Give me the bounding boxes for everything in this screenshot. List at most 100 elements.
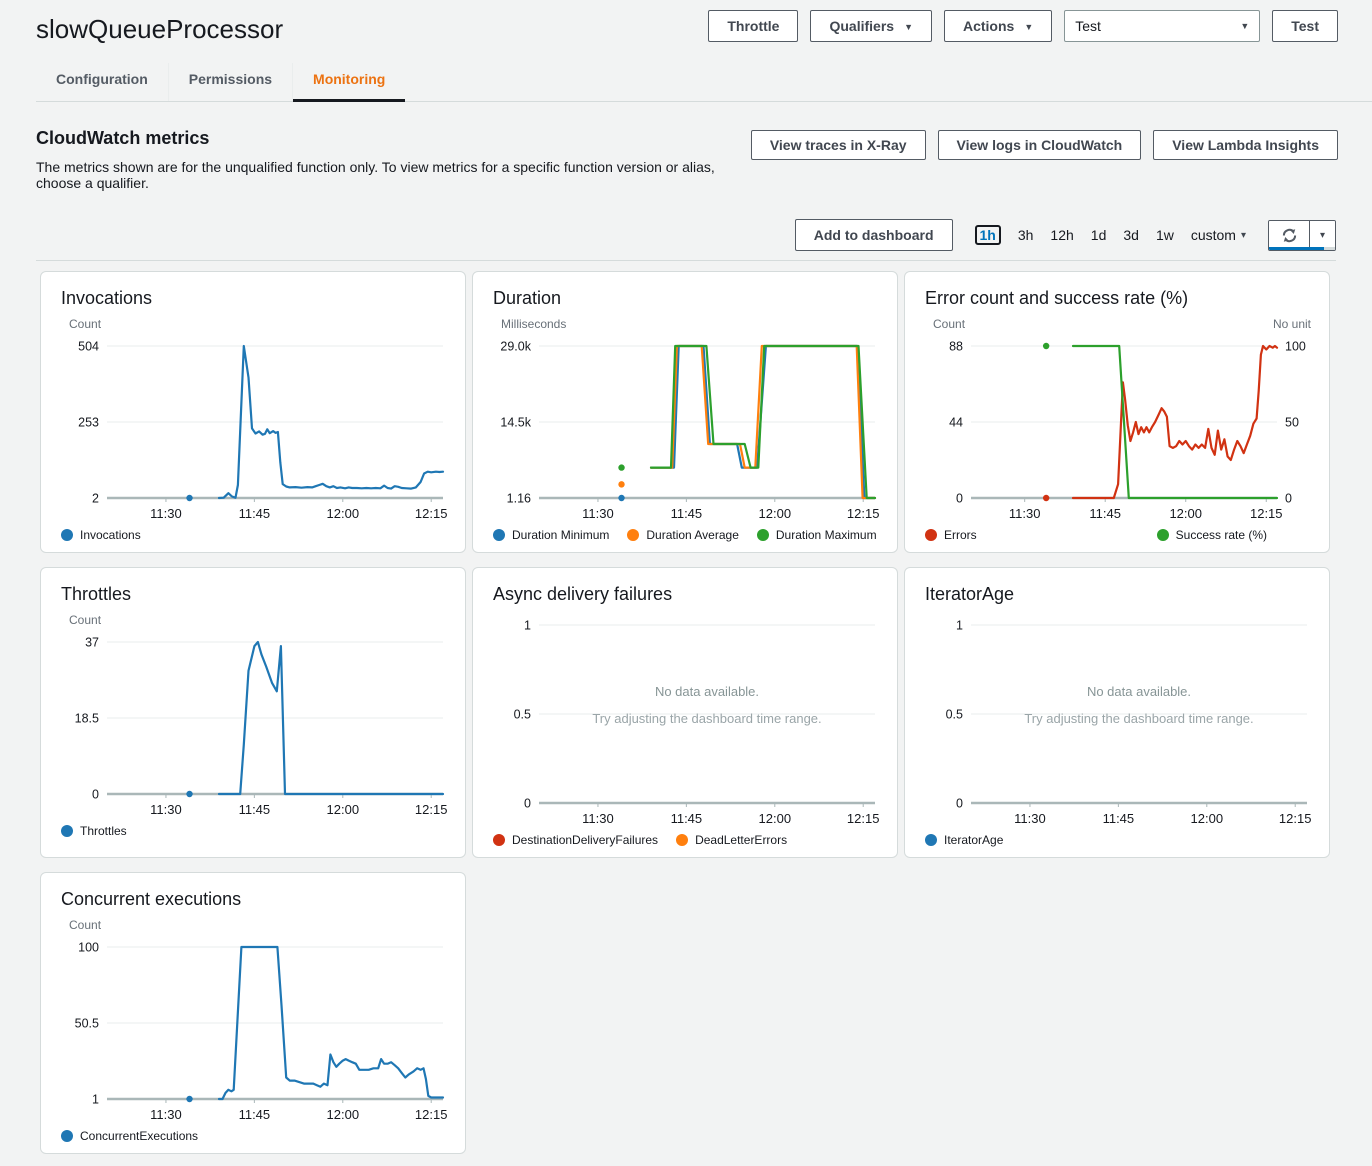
no-data-message: No data available. [1087, 684, 1191, 699]
legend-item[interactable]: IteratorAge [925, 833, 1003, 847]
svg-text:11:45: 11:45 [671, 811, 703, 826]
svg-text:14.5k: 14.5k [500, 416, 531, 430]
axis-units-row: Count [69, 918, 447, 934]
view-lambda-insights-button[interactable]: View Lambda Insights [1153, 130, 1338, 160]
svg-text:1.16: 1.16 [507, 492, 531, 506]
svg-text:12:00: 12:00 [327, 1107, 360, 1122]
svg-text:11:30: 11:30 [1009, 506, 1041, 521]
legend-color-dot [61, 529, 73, 541]
test-event-select[interactable]: Test▼ [1064, 10, 1260, 42]
svg-text:0.5: 0.5 [514, 708, 531, 722]
svg-text:11:45: 11:45 [239, 802, 271, 817]
no-data-message: No data available. [655, 684, 759, 699]
legend-item[interactable]: Duration Minimum [493, 528, 609, 542]
svg-text:11:45: 11:45 [671, 506, 703, 521]
svg-text:1: 1 [956, 619, 963, 633]
qualifiers-button[interactable]: Qualifiers▼ [810, 10, 932, 42]
range-1w[interactable]: 1w [1156, 227, 1174, 243]
refresh-button[interactable] [1269, 221, 1309, 250]
range-1h[interactable]: 1h [975, 225, 1001, 245]
range-12h[interactable]: 12h [1050, 227, 1073, 243]
svg-text:12:15: 12:15 [847, 811, 880, 826]
chart-title: Concurrent executions [61, 889, 449, 910]
svg-text:12:15: 12:15 [415, 506, 448, 521]
chart-legend: Invocations [57, 526, 449, 548]
chart-plot[interactable]: 10.5011:3011:4512:0012:15No data availab… [489, 613, 881, 831]
chart-plot[interactable]: 10050.5111:3011:4512:0012:15 [57, 935, 449, 1127]
legend-color-dot [925, 529, 937, 541]
legend-label: Invocations [80, 528, 141, 542]
svg-text:29.0k: 29.0k [500, 340, 531, 354]
chart-legend: IteratorAge [921, 831, 1313, 853]
chart-plot[interactable]: 10.5011:3011:4512:0012:15No data availab… [921, 613, 1313, 831]
chart-plot[interactable]: 504253211:3011:4512:0012:15 [57, 334, 449, 526]
chart-title: Invocations [61, 288, 449, 309]
y-axis-unit-left: Count [933, 317, 965, 333]
svg-text:504: 504 [78, 340, 99, 354]
chart-plot[interactable]: 29.0k14.5k1.1611:3011:4512:0012:15 [489, 334, 881, 526]
svg-text:0: 0 [1285, 492, 1292, 506]
tab-configuration[interactable]: Configuration [36, 63, 168, 101]
chart-title: Duration [493, 288, 881, 309]
chart-plot[interactable]: 3718.5011:3011:4512:0012:15 [57, 630, 449, 822]
range-1d[interactable]: 1d [1091, 227, 1107, 243]
legend-item[interactable]: Errors [925, 528, 977, 542]
chart-legend: Throttles [57, 822, 449, 844]
refresh-button-group: ▾ [1268, 220, 1336, 251]
view-traces-in-x-ray-button[interactable]: View traces in X-Ray [751, 130, 926, 160]
legend-item[interactable]: Duration Maximum [757, 528, 877, 542]
time-range-options: 1h 3h 12h 1d 3d 1w [975, 227, 1174, 243]
refresh-dropdown-button[interactable]: ▾ [1309, 221, 1335, 250]
legend-color-dot [757, 529, 769, 541]
chart-card-throttles: ThrottlesCount3718.5011:3011:4512:0012:1… [40, 567, 466, 858]
chart-plot[interactable]: 8844010050011:3011:4512:0012:15 [921, 334, 1313, 526]
range-custom[interactable]: custom▾ [1191, 227, 1246, 243]
view-logs-in-cloudwatch-button[interactable]: View logs in CloudWatch [938, 130, 1142, 160]
no-data-hint: Try adjusting the dashboard time range. [592, 711, 821, 726]
svg-text:11:30: 11:30 [150, 506, 182, 521]
legend-item[interactable]: Success rate (%) [1157, 528, 1267, 542]
chart-card-async-delivery-failures: Async delivery failures10.5011:3011:4512… [472, 567, 898, 858]
svg-text:12:15: 12:15 [1250, 506, 1283, 521]
y-axis-unit-left: Count [69, 613, 101, 629]
tab-bar: ConfigurationPermissionsMonitoring [36, 63, 1372, 102]
legend-item[interactable]: ConcurrentExecutions [61, 1129, 198, 1143]
chart-legend: Errors Success rate (%) [921, 526, 1313, 548]
svg-text:11:30: 11:30 [150, 802, 182, 817]
page-header: slowQueueProcessor Throttle Qualifiers▼ … [0, 0, 1372, 45]
svg-text:0: 0 [524, 797, 531, 811]
metrics-buttons: View traces in X-Ray View logs in CloudWa… [751, 130, 1338, 160]
svg-text:1: 1 [524, 619, 531, 633]
legend-color-dot [1157, 529, 1169, 541]
controls-wrap: Add to dashboard 1h 3h 12h 1d 3d 1w custom▾ ▾ [36, 219, 1336, 261]
chart-title: Error count and success rate (%) [925, 288, 1313, 309]
legend-item[interactable]: Duration Average [627, 528, 739, 542]
tab-permissions[interactable]: Permissions [168, 63, 292, 101]
legend-item[interactable]: Throttles [61, 824, 127, 838]
svg-text:12:00: 12:00 [327, 802, 360, 817]
chart-legend: Duration Minimum Duration Average Duration… [489, 526, 881, 548]
throttle-button[interactable]: Throttle [708, 10, 798, 42]
svg-text:12:00: 12:00 [759, 506, 792, 521]
range-3d[interactable]: 3d [1123, 227, 1139, 243]
time-range-selector: 1h 3h 12h 1d 3d 1w custom▾ [975, 227, 1247, 243]
qualifiers-label: Qualifiers [829, 18, 894, 34]
range-3h[interactable]: 3h [1018, 227, 1034, 243]
legend-color-dot [493, 834, 505, 846]
legend-item[interactable]: DestinationDeliveryFailures [493, 833, 658, 847]
svg-text:44: 44 [949, 416, 963, 430]
legend-color-dot [627, 529, 639, 541]
legend-color-dot [925, 834, 937, 846]
add-to-dashboard-button[interactable]: Add to dashboard [795, 219, 953, 251]
charts-grid: Invocations Count 504253211:3011:4512:0012… [0, 261, 1372, 1164]
page-title: slowQueueProcessor [36, 14, 283, 45]
legend-color-dot [61, 825, 73, 837]
svg-text:11:30: 11:30 [150, 1107, 182, 1122]
legend-item[interactable]: Invocations [61, 528, 141, 542]
axis-units-row: Milliseconds [501, 317, 879, 333]
svg-text:50: 50 [1285, 416, 1299, 430]
actions-button[interactable]: Actions▼ [944, 10, 1052, 42]
test-button[interactable]: Test [1272, 10, 1338, 42]
tab-monitoring[interactable]: Monitoring [292, 63, 405, 101]
legend-item[interactable]: DeadLetterErrors [676, 833, 787, 847]
